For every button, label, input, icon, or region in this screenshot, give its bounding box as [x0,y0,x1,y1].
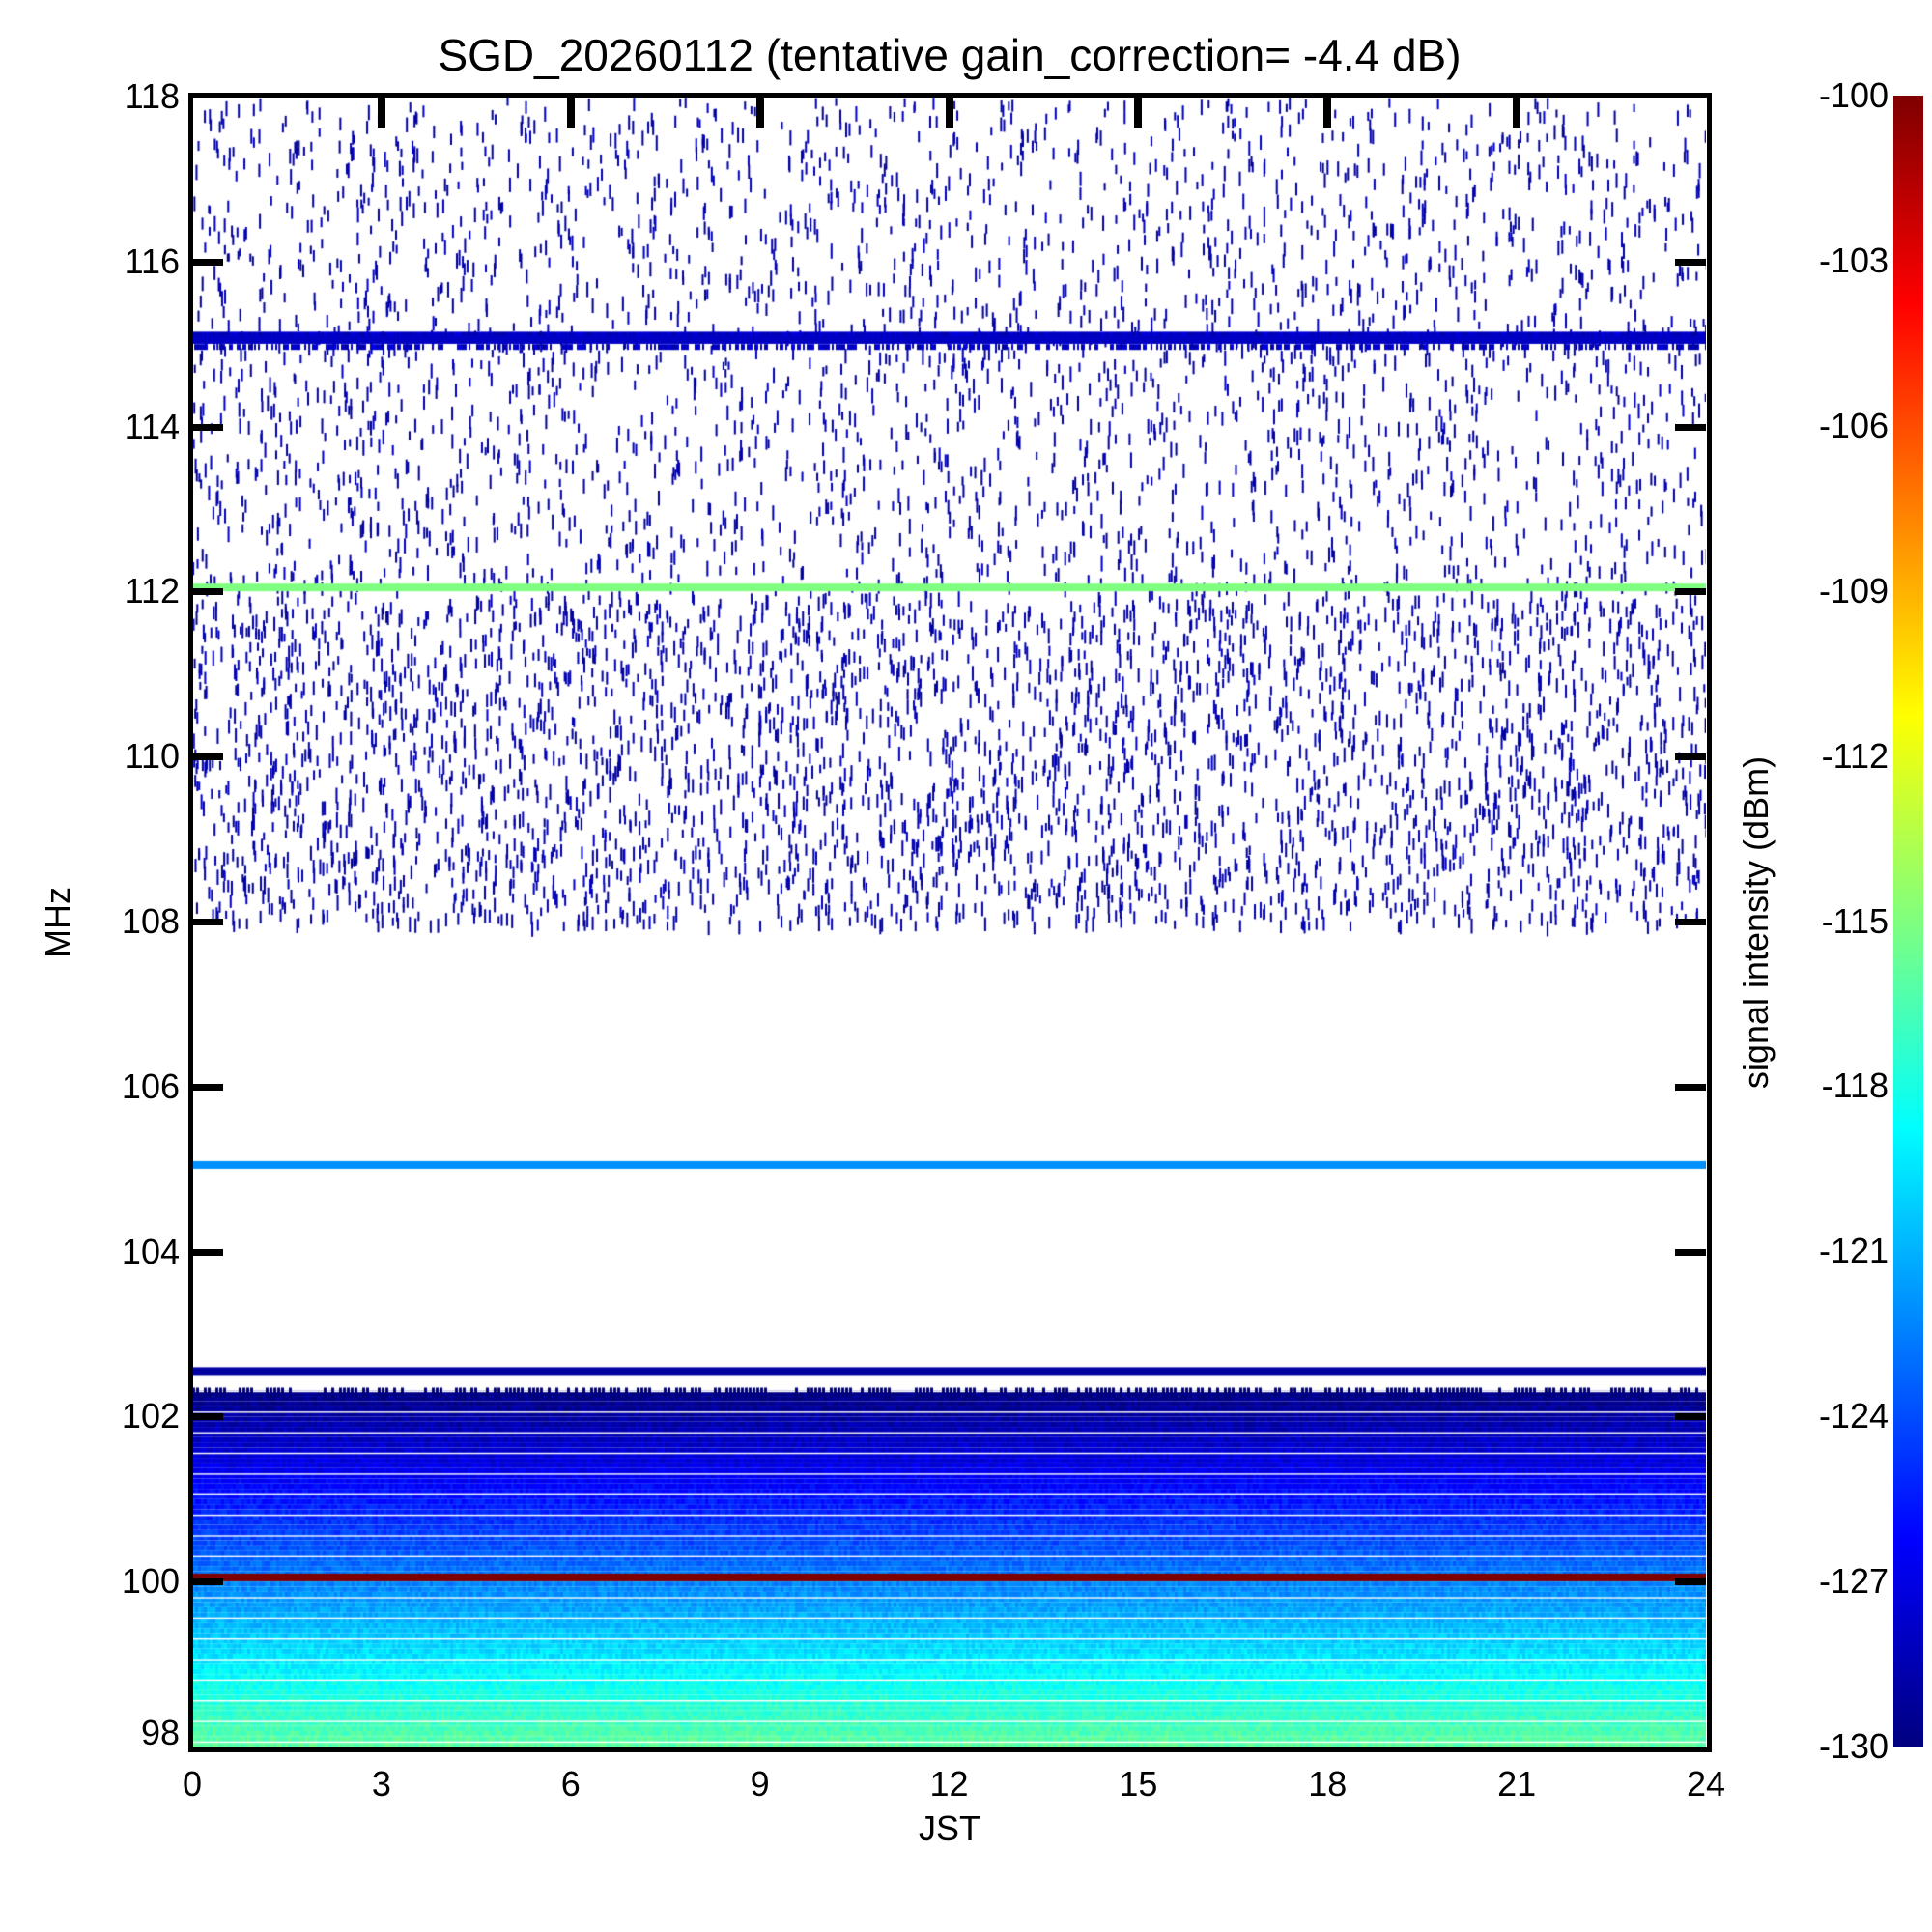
y-tick-left [192,258,223,266]
y-tick-left [192,753,223,761]
colorbar [1893,96,1923,1747]
x-tick-label: 9 [750,1764,770,1804]
colorbar-tick-label: -127 [1818,1561,1889,1602]
y-tick-label: 108 [121,901,180,941]
y-tick-label: 114 [124,406,180,446]
x-tick-label: 21 [1497,1764,1537,1804]
y-tick-left [192,919,223,925]
colorbar-tick-label: -109 [1818,570,1889,611]
y-tick-left [192,588,223,596]
y-tick-label: 106 [121,1065,180,1106]
colorbar-tick-label: -106 [1818,405,1889,445]
x-tick-label: 6 [560,1764,581,1804]
y-tick-label: 110 [124,736,180,777]
colorbar-tick-label: -130 [1818,1726,1889,1766]
colorbar-tick-label: -100 [1818,75,1889,115]
y-tick-right [1675,423,1706,431]
x-tick-top [377,97,385,128]
y-tick-left [192,1248,223,1256]
x-tick-label: 15 [1119,1764,1158,1804]
x-axis-label: JST [918,1808,980,1848]
y-tick-label: 112 [124,571,180,611]
y-tick-left [192,1413,223,1421]
y-tick-left [192,1083,223,1091]
x-tick-label: 18 [1308,1764,1348,1804]
y-tick-label: 102 [121,1396,180,1436]
x-tick-top [1323,97,1332,128]
x-tick-top [755,97,764,128]
y-tick-label: 104 [121,1231,180,1271]
y-tick-left [192,1578,223,1586]
colorbar-tick-label: -103 [1818,240,1889,280]
spectrogram-heatmap [192,97,1706,1747]
colorbar-tick-label: -121 [1818,1231,1889,1271]
colorbar-tick-label: -118 [1821,1065,1889,1106]
x-tick-label: 3 [371,1764,391,1804]
y-tick-right [1675,1248,1706,1256]
colorbar-tick-label: -124 [1818,1396,1889,1436]
x-tick-top [566,97,575,128]
chart-title: SGD_20260112 (tentative gain_correction=… [438,30,1462,80]
x-tick-label: 24 [1686,1764,1726,1804]
y-tick-right [1675,1083,1706,1091]
y-tick-label: 118 [124,76,180,116]
colorbar-tick-label: -112 [1821,735,1889,776]
y-tick-left [192,423,223,431]
y-axis-label: MHz [38,887,77,958]
y-tick-label: 100 [121,1561,180,1602]
y-tick-right [1675,753,1706,761]
x-tick-top [1513,97,1521,128]
y-tick-right [1675,1578,1706,1586]
y-tick-right [1675,919,1706,925]
y-tick-right [1675,258,1706,266]
y-tick-label: 116 [124,241,180,281]
x-tick-top [945,97,953,128]
x-tick-label: 12 [929,1764,969,1804]
y-tick-label: 98 [140,1713,180,1752]
y-tick-right [1675,588,1706,596]
x-tick-top [1134,97,1143,128]
y-tick-right [1675,1413,1706,1421]
colorbar-label: signal intensity (dBm) [1736,755,1776,1090]
x-tick-label: 0 [182,1764,203,1804]
colorbar-tick-label: -115 [1821,900,1889,941]
